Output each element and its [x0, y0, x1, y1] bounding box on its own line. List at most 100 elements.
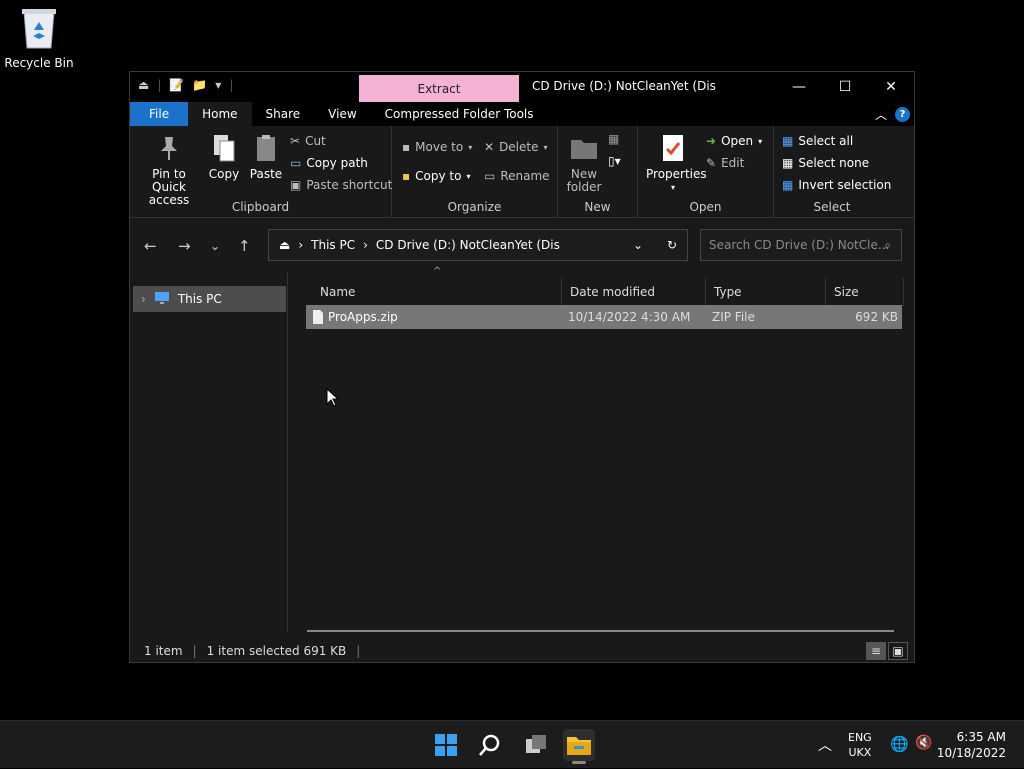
recycle-bin-shortcut[interactable]: Recycle Bin	[4, 6, 74, 70]
forward-arrow-icon[interactable]: →	[178, 237, 191, 255]
select-none-button[interactable]: ▦ Select none	[782, 156, 869, 170]
search-icon	[479, 734, 500, 756]
invert-selection-button[interactable]: ▦ Invert selection	[782, 178, 891, 192]
address-bar[interactable]: ⏏ › This PC › CD Drive (D:) NotCleanYet …	[268, 229, 688, 261]
properties-icon	[658, 132, 688, 164]
tab-home[interactable]: Home	[188, 102, 252, 126]
breadcrumb-this-pc[interactable]: This PC	[311, 238, 355, 252]
paste-label: Paste	[249, 167, 283, 181]
open-button[interactable]: ➜ Open ▾	[706, 134, 762, 148]
input-language-indicator[interactable]: ENG UKX	[848, 730, 872, 760]
rename-button[interactable]: ▭ Rename	[484, 169, 550, 183]
easy-access-button[interactable]: ▯▾	[608, 154, 621, 168]
cut-button[interactable]: ✂ Cut	[290, 134, 326, 148]
edit-icon: ✎	[706, 156, 717, 170]
window-title: CD Drive (D:) NotCleanYet (Dis	[532, 79, 716, 93]
delete-button[interactable]: ✕ Delete ▾	[484, 140, 548, 154]
clock[interactable]: 6:35 AM 10/18/2022	[937, 729, 1006, 761]
help-icon[interactable]: ?	[895, 107, 910, 122]
file-list: ^ Name Date modified Type Size ProApps.z…	[304, 266, 904, 632]
recycle-bin-label: Recycle Bin	[4, 56, 74, 70]
up-arrow-icon[interactable]: ↑	[238, 237, 251, 255]
copy-path-button[interactable]: ▭ Copy path	[290, 156, 368, 170]
nav-item-this-pc[interactable]: › This PC	[133, 286, 286, 312]
search-input[interactable]: Search CD Drive (D:) NotCle... ⌕	[700, 229, 902, 261]
show-hidden-icons-chevron-icon[interactable]: ︿	[818, 735, 832, 755]
selection-info: 1 item selected 691 KB	[206, 644, 347, 658]
refresh-icon[interactable]: ↻	[667, 238, 677, 252]
move-to-label: Move to	[415, 140, 464, 154]
move-to-button[interactable]: ▪ Move to ▾	[402, 140, 472, 154]
collapse-ribbon-icon[interactable]: ︿	[875, 106, 887, 123]
properties-qat-icon[interactable]: 📝	[169, 78, 184, 92]
pin-to-quick-access-button[interactable]: Pin to Quick access	[136, 132, 202, 207]
file-row[interactable]: ProApps.zip 10/14/2022 4:30 AM ZIP File …	[306, 305, 902, 329]
column-header-size[interactable]: Size	[826, 278, 904, 306]
clock-date: 10/18/2022	[936, 746, 1006, 760]
tab-share[interactable]: Share	[252, 102, 315, 126]
nav-item-label: This PC	[177, 292, 222, 306]
properties-button[interactable]: Properties ▾	[646, 132, 707, 194]
select-none-label: Select none	[798, 156, 870, 170]
copy-button[interactable]: Copy	[206, 132, 242, 181]
edit-button[interactable]: ✎ Edit	[706, 156, 744, 170]
tab-view[interactable]: View	[314, 102, 370, 126]
copy-icon	[209, 132, 239, 164]
address-dropdown-icon[interactable]: ⌄	[633, 238, 643, 252]
copy-to-icon: ▪	[402, 169, 411, 183]
new-group: New folder ▦ ▯▾ New	[558, 126, 638, 218]
column-header-name[interactable]: Name	[312, 278, 562, 306]
horizontal-scrollbar[interactable]	[307, 630, 894, 632]
extract-contextual-tab[interactable]: Extract	[359, 75, 519, 102]
recent-locations-icon[interactable]: ⌄	[210, 239, 220, 253]
open-group: Properties ▾ ➜ Open ▾ ✎ Edit Open	[638, 126, 774, 218]
customize-qat-icon[interactable]: ▾	[215, 78, 221, 92]
folder-icon	[569, 132, 599, 164]
new-folder-label-line2: folder	[566, 180, 602, 194]
file-explorer-taskbar-button[interactable]	[563, 729, 595, 764]
invert-selection-label: Invert selection	[798, 178, 892, 192]
minimize-button[interactable]: —	[776, 72, 822, 102]
new-folder-button[interactable]: New folder	[564, 132, 604, 194]
open-icon: ➜	[706, 134, 717, 148]
drive-icon: ⏏	[279, 238, 291, 252]
invert-selection-icon: ▦	[782, 178, 794, 192]
ribbon-tabs: File Home Share View Compressed Folder T…	[130, 102, 914, 126]
clipboard-group-label: Clipboard	[231, 200, 290, 214]
start-button[interactable]	[430, 729, 462, 761]
monitor-icon	[154, 291, 170, 308]
status-bar: 1 item | 1 item selected 691 KB | ≡ ▣	[130, 640, 914, 662]
paste-button[interactable]: Paste	[248, 132, 284, 181]
keyboard-layout-code: UKX	[848, 746, 872, 759]
select-group: ▦ Select all ▦ Select none ▦ Invert selecti…	[774, 126, 891, 218]
file-date: 10/14/2022 4:30 AM	[568, 310, 691, 324]
tab-compressed-folder-tools[interactable]: Compressed Folder Tools	[371, 102, 548, 126]
back-arrow-icon[interactable]: ←	[144, 237, 157, 255]
paste-shortcut-button[interactable]: ▣ Paste shortcut	[290, 178, 392, 192]
paste-shortcut-label: Paste shortcut	[306, 178, 393, 192]
chevron-right-icon[interactable]: ›	[141, 292, 146, 306]
tab-file[interactable]: File	[130, 102, 189, 126]
new-item-button[interactable]: ▦	[608, 132, 619, 146]
column-header-type[interactable]: Type	[706, 278, 826, 306]
file-name: ProApps.zip	[328, 310, 398, 324]
file-size: 692 KB	[855, 310, 898, 324]
copy-to-button[interactable]: ▪ Copy to ▾	[402, 169, 470, 183]
details-view-button[interactable]: ≡	[866, 642, 886, 660]
select-all-button[interactable]: ▦ Select all	[782, 134, 853, 148]
drive-icon[interactable]: ⏏	[138, 78, 149, 92]
breadcrumb-current[interactable]: CD Drive (D:) NotCleanYet (Dis	[376, 238, 560, 252]
copy-to-label: Copy to	[415, 169, 462, 183]
search-button[interactable]	[474, 729, 506, 761]
large-icons-view-button[interactable]: ▣	[888, 642, 908, 660]
network-globe-icon[interactable]: 🌐	[890, 735, 909, 753]
volume-muted-icon[interactable]: 🔇	[915, 735, 932, 751]
sort-ascending-icon: ^	[433, 266, 442, 277]
task-view-button[interactable]	[520, 729, 552, 761]
close-button[interactable]: ✕	[868, 72, 914, 102]
system-tray: ︿	[818, 721, 832, 769]
maximize-button[interactable]: ☐	[822, 72, 868, 102]
new-folder-qat-icon[interactable]: 📁	[192, 78, 207, 92]
item-count: 1 item	[144, 644, 183, 658]
column-header-date[interactable]: Date modified	[562, 278, 706, 306]
